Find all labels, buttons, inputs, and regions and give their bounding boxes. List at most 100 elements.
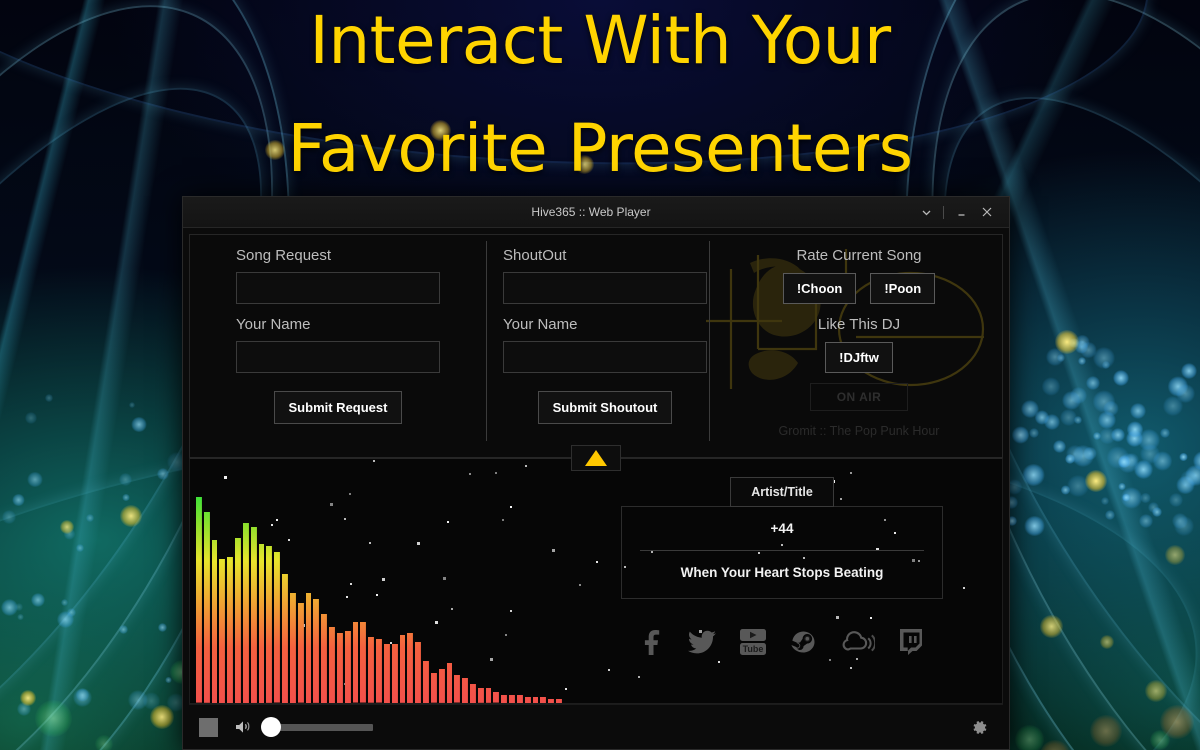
chevron-down-icon[interactable]	[913, 199, 939, 225]
rate-current-song-label: Rate Current Song	[796, 247, 922, 264]
visualizer-panel: Artist/Title +44 When Your Heart Stops B…	[189, 458, 1003, 704]
djftw-button[interactable]: !DJftw	[825, 342, 893, 373]
page-headline: Interact With Your Favorite Presenters	[0, 8, 1200, 182]
spectrum-bar	[540, 696, 547, 703]
spectrum-bar	[227, 556, 234, 703]
spectrum-bar	[329, 626, 335, 703]
spectrum-bar	[313, 599, 320, 703]
spectrum-bar	[219, 558, 226, 703]
dj-button-row: !DJftw	[716, 342, 1002, 373]
web-player-window: Hive365 :: Web Player Song Request Your …	[182, 196, 1010, 750]
bokeh-light	[1022, 463, 1045, 487]
spectrum-bar	[532, 696, 539, 703]
svg-text:Tube: Tube	[743, 644, 764, 654]
artist-title-tab[interactable]: Artist/Title	[730, 477, 834, 507]
poon-button[interactable]: !Poon	[870, 273, 936, 304]
volume-slider-handle[interactable]	[261, 717, 281, 737]
spectrum-bar	[305, 592, 312, 703]
bokeh-light	[1172, 513, 1188, 529]
facebook-icon[interactable]	[639, 628, 665, 656]
window-title: Hive365 :: Web Player	[531, 205, 651, 219]
shoutout-name-input[interactable]	[503, 341, 707, 373]
interaction-panel: Song Request Your Name Submit Request Sh…	[189, 234, 1003, 458]
spectrum-bar	[352, 622, 359, 703]
spectrum-bar	[336, 633, 343, 703]
bokeh-light	[131, 416, 147, 433]
bokeh-light	[1180, 363, 1197, 380]
volume-icon[interactable]	[234, 718, 252, 736]
spectrum-bar	[344, 630, 351, 703]
spectrum-bar	[368, 637, 375, 703]
bokeh-light	[1077, 356, 1086, 365]
spectrum-bar	[391, 643, 398, 703]
stop-button[interactable]	[199, 717, 218, 737]
bokeh-light	[1176, 383, 1195, 403]
twitch-icon[interactable]	[897, 627, 925, 657]
bokeh-light	[30, 592, 45, 607]
spectrum-bar	[289, 592, 296, 703]
bokeh-light	[1040, 615, 1063, 638]
choon-button[interactable]: !Choon	[782, 273, 857, 304]
spectrum-bar	[415, 641, 422, 703]
mixcloud-icon[interactable]	[841, 628, 875, 656]
spectrum-bar	[360, 622, 367, 703]
player-body: Song Request Your Name Submit Request Sh…	[183, 228, 1009, 749]
bokeh-light	[76, 543, 85, 552]
song-request-button-row: Submit Request	[236, 385, 440, 424]
spectrum-bar	[454, 675, 461, 703]
bokeh-light	[1165, 545, 1185, 565]
youtube-icon[interactable]: Tube	[739, 627, 767, 657]
bokeh-light	[1147, 501, 1159, 513]
bokeh-light	[1129, 403, 1146, 420]
spectrum-bar	[501, 694, 508, 703]
bokeh-light	[1145, 680, 1168, 703]
song-request-column: Song Request Your Name Submit Request	[190, 235, 486, 457]
submit-shoutout-button[interactable]: Submit Shoutout	[537, 391, 673, 424]
bokeh-light	[2, 509, 17, 524]
close-icon[interactable]	[974, 199, 1000, 225]
now-playing-dj: Gromit :: The Pop Punk Hour	[778, 424, 940, 438]
now-playing-box: +44 When Your Heart Stops Beating	[621, 506, 943, 599]
spectrum-bar	[266, 546, 273, 703]
song-request-input[interactable]	[236, 272, 440, 304]
shoutout-message-input[interactable]	[503, 272, 707, 304]
song-request-label: Song Request	[236, 247, 332, 264]
bokeh-light	[1043, 413, 1061, 430]
bokeh-light	[1134, 460, 1153, 479]
bokeh-light	[1015, 725, 1044, 750]
spectrum-bar	[242, 522, 249, 703]
bokeh-light	[0, 598, 18, 616]
gear-icon[interactable]	[970, 718, 989, 737]
submit-request-button[interactable]: Submit Request	[273, 391, 403, 424]
bokeh-light	[95, 735, 114, 750]
bokeh-light	[1160, 705, 1194, 739]
twitter-icon[interactable]	[687, 628, 717, 656]
minimize-icon[interactable]	[948, 199, 974, 225]
bokeh-light	[35, 700, 73, 738]
spectrum-bar	[211, 539, 218, 703]
window-title-bar[interactable]: Hive365 :: Web Player	[183, 197, 1009, 228]
shoutout-name-label: Your Name	[503, 316, 578, 333]
spectrum-bar	[430, 673, 437, 703]
bokeh-light	[1121, 492, 1131, 502]
bokeh-light	[20, 690, 36, 706]
steam-icon[interactable]	[789, 628, 819, 656]
volume-slider[interactable]	[261, 717, 373, 737]
spectrum-bar	[516, 694, 523, 703]
spectrum-bar	[258, 544, 265, 703]
screenshot-root: Interact With Your Favorite Presenters H…	[0, 0, 1200, 750]
spectrum-bar	[297, 603, 304, 703]
bokeh-light	[120, 505, 142, 527]
bokeh-light	[1127, 421, 1144, 438]
bokeh-light	[1105, 509, 1116, 520]
spectrum-bar	[493, 692, 500, 703]
headline-line-1: Interact With Your	[309, 2, 891, 79]
window-controls-divider	[943, 205, 944, 219]
song-request-name-input[interactable]	[236, 341, 440, 373]
song-title: When Your Heart Stops Beating	[680, 565, 884, 580]
collapse-panel-button[interactable]	[571, 445, 621, 471]
spectrum-bar	[462, 677, 468, 703]
info-divider	[640, 550, 924, 551]
shoutout-button-row: Submit Shoutout	[503, 385, 707, 424]
bokeh-light	[16, 613, 24, 621]
